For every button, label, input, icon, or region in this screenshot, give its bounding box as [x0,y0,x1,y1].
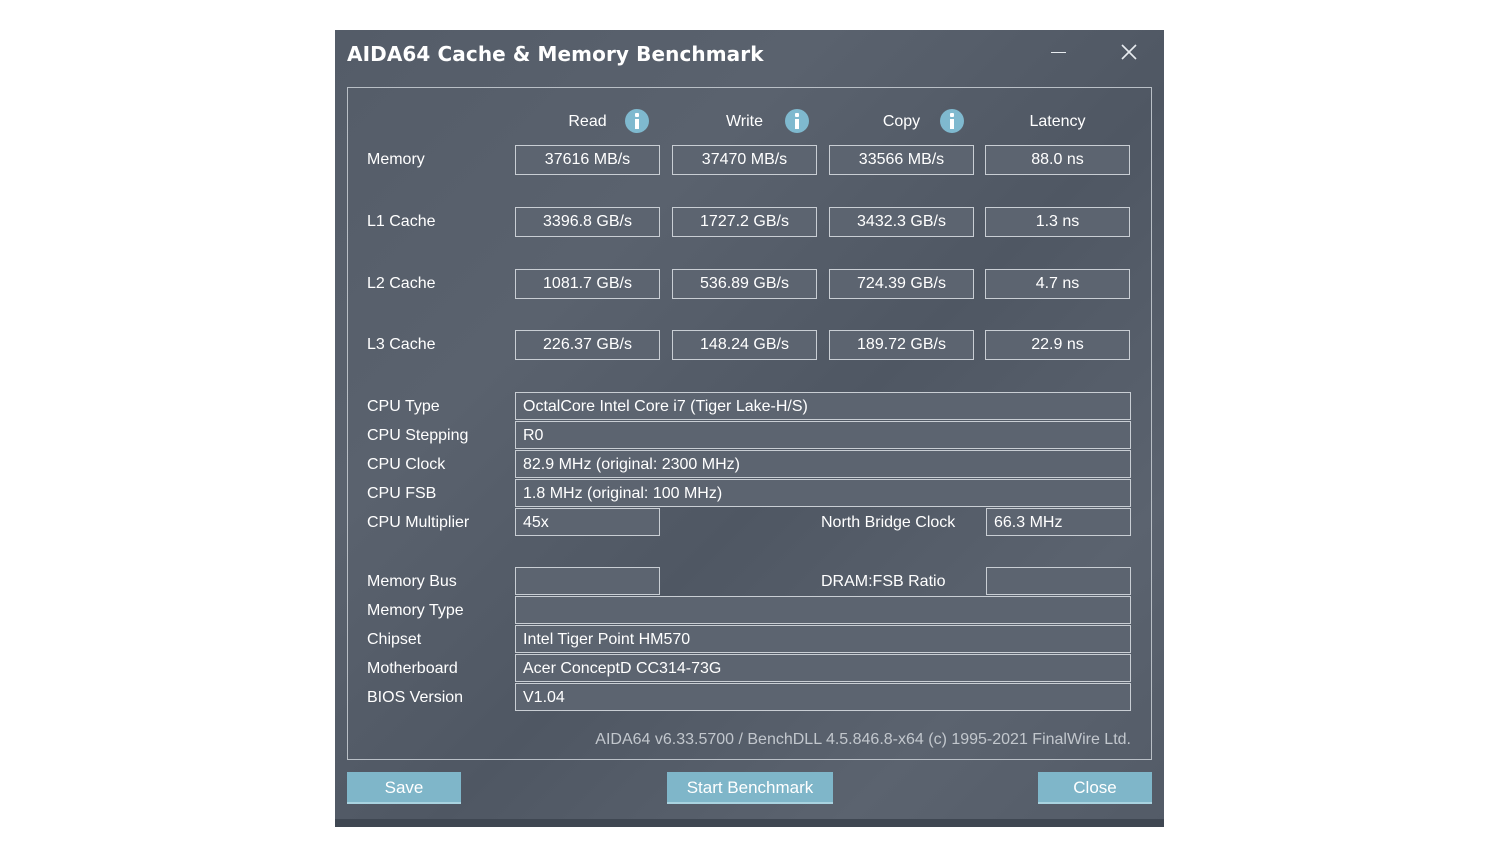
cpu-stepping-label: CPU Stepping [367,427,469,444]
cpu-type-label: CPU Type [367,398,440,415]
row-label-l3-cache: L3 Cache [367,336,436,353]
cpu-multiplier-label: CPU Multiplier [367,514,470,531]
cpu-clock-label: CPU Clock [367,456,446,473]
cpu-type-value: OctalCore Intel Core i7 (Tiger Lake-H/S) [515,392,1131,420]
start-benchmark-button[interactable]: Start Benchmark [667,772,833,804]
l3-copy-value: 189.72 GB/s [829,330,974,360]
info-icon[interactable] [785,109,809,133]
chipset-label: Chipset [367,631,422,648]
memory-type-value [515,596,1131,624]
version-footer: AIDA64 v6.33.5700 / BenchDLL 4.5.846.8-x… [595,731,1131,748]
chipset-value: Intel Tiger Point HM570 [515,625,1131,653]
info-icon[interactable] [625,109,649,133]
bios-version-value: V1.04 [515,683,1131,711]
cpu-clock-value: 82.9 MHz (original: 2300 MHz) [515,450,1131,478]
minimize-icon[interactable] [1043,40,1073,66]
info-icon[interactable] [940,109,964,133]
memory-read-value: 37616 MB/s [515,145,660,175]
l2-copy-value: 724.39 GB/s [829,269,974,299]
dram-fsb-ratio-value [986,567,1131,595]
memory-write-value: 37470 MB/s [672,145,817,175]
close-icon[interactable] [1114,40,1144,66]
l1-copy-value: 3432.3 GB/s [829,207,974,237]
l2-latency-value: 4.7 ns [985,269,1130,299]
l1-latency-value: 1.3 ns [985,207,1130,237]
motherboard-label: Motherboard [367,660,458,677]
l2-write-value: 536.89 GB/s [672,269,817,299]
memory-bus-value [515,567,660,595]
cpu-fsb-value: 1.8 MHz (original: 100 MHz) [515,479,1131,507]
dram-fsb-ratio-label: DRAM:FSB Ratio [821,573,946,590]
row-label-memory: Memory [367,151,425,168]
cpu-fsb-label: CPU FSB [367,485,437,502]
results-panel: Read Write Copy Latency Memory 37616 MB/… [347,87,1152,760]
motherboard-value: Acer ConceptD CC314-73G [515,654,1131,682]
l2-read-value: 1081.7 GB/s [515,269,660,299]
memory-type-label: Memory Type [367,602,464,619]
bios-version-label: BIOS Version [367,689,464,706]
benchmark-window: AIDA64 Cache & Memory Benchmark Read Wri… [335,30,1164,827]
l1-read-value: 3396.8 GB/s [515,207,660,237]
l3-write-value: 148.24 GB/s [672,330,817,360]
close-button[interactable]: Close [1038,772,1152,804]
row-label-l1-cache: L1 Cache [367,213,436,230]
cpu-stepping-value: R0 [515,421,1131,449]
window-title: AIDA64 Cache & Memory Benchmark [347,42,764,66]
north-bridge-clock-label: North Bridge Clock [821,514,956,531]
memory-copy-value: 33566 MB/s [829,145,974,175]
save-button[interactable]: Save [347,772,461,804]
l1-write-value: 1727.2 GB/s [672,207,817,237]
memory-bus-label: Memory Bus [367,573,457,590]
row-label-l2-cache: L2 Cache [367,275,436,292]
l3-latency-value: 22.9 ns [985,330,1130,360]
l3-read-value: 226.37 GB/s [515,330,660,360]
header-latency: Latency [1029,113,1086,130]
memory-latency-value: 88.0 ns [985,145,1130,175]
window-bottom-border [335,819,1164,827]
cpu-multiplier-value: 45x [515,508,660,536]
north-bridge-clock-value: 66.3 MHz [986,508,1131,536]
